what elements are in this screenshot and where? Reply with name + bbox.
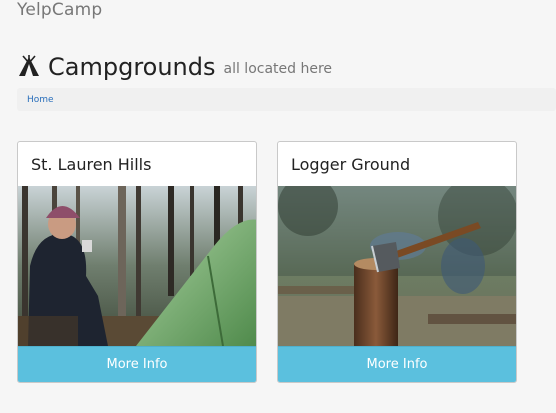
- more-info-button[interactable]: More Info: [18, 346, 256, 382]
- navbar: YelpCamp: [0, 0, 556, 26]
- page-header: Campgrounds all located here: [17, 50, 332, 82]
- campground-name: Logger Ground: [291, 154, 411, 174]
- brand-link[interactable]: YelpCamp: [17, 0, 102, 20]
- campground-image[interactable]: [18, 186, 257, 346]
- page-title: Campgrounds: [48, 53, 216, 81]
- campground-image[interactable]: [278, 186, 517, 346]
- tent-icon: [19, 55, 39, 76]
- campground-name: St. Lauren Hills: [31, 154, 152, 174]
- breadcrumb: Home: [17, 88, 556, 111]
- breadcrumb-home-link[interactable]: Home: [27, 95, 54, 105]
- more-info-button[interactable]: More Info: [278, 346, 516, 382]
- campground-card: Logger Ground More Info: [277, 141, 517, 383]
- page-subtitle: all located here: [223, 61, 333, 77]
- campground-card: St. Lauren Hills More Info: [17, 141, 257, 383]
